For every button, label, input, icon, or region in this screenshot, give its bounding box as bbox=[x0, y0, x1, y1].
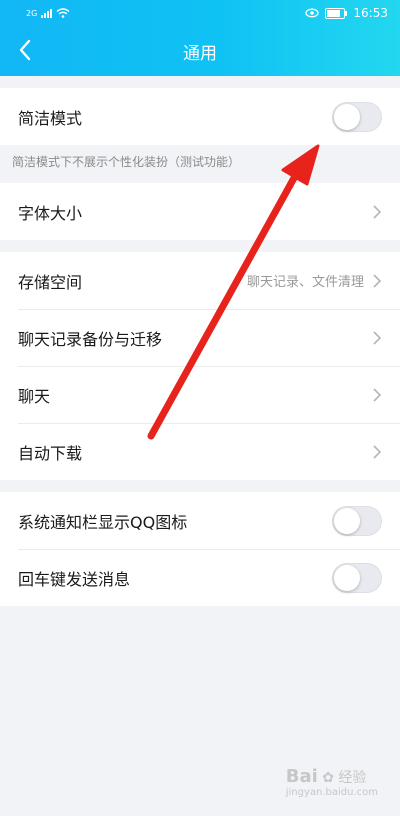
auto-download-label: 自动下载 bbox=[18, 443, 83, 463]
enter-send-toggle[interactable] bbox=[332, 562, 382, 593]
signal-icon bbox=[41, 8, 53, 18]
clock: 16:53 bbox=[353, 6, 388, 20]
font-size-group: 字体大小 bbox=[0, 183, 400, 240]
notification-icon-label: 系统通知栏显示QQ图标 bbox=[18, 512, 188, 532]
status-bar: 2G 16:53 bbox=[0, 0, 400, 26]
network-tag: 2G bbox=[26, 8, 38, 18]
storage-row[interactable]: 存储空间 聊天记录、文件清理 bbox=[0, 252, 400, 309]
chevron-left-icon[interactable] bbox=[14, 38, 38, 62]
font-size-label: 字体大小 bbox=[18, 203, 83, 223]
font-size-row[interactable]: 字体大小 bbox=[0, 183, 400, 240]
chat-label: 聊天 bbox=[18, 386, 51, 406]
paw-icon: ✿ bbox=[322, 770, 334, 786]
enter-send-label: 回车键发送消息 bbox=[18, 569, 131, 589]
storage-label: 存储空间 bbox=[18, 272, 83, 292]
header: 2G 16:53 通用 bbox=[0, 0, 400, 76]
chevron-right-icon bbox=[373, 273, 382, 288]
auto-download-row[interactable]: 自动下载 bbox=[0, 423, 400, 480]
notification-icon-row[interactable]: 系统通知栏显示QQ图标 bbox=[0, 492, 400, 549]
page-title: 通用 bbox=[183, 43, 217, 64]
enter-send-row[interactable]: 回车键发送消息 bbox=[0, 549, 400, 606]
battery-icon bbox=[325, 7, 348, 19]
simple-mode-note: 简洁模式下不展示个性化装扮（测试功能） bbox=[12, 155, 241, 169]
chat-row[interactable]: 聊天 bbox=[0, 366, 400, 423]
chevron-right-icon bbox=[373, 330, 382, 345]
simple-mode-row[interactable]: 简洁模式 bbox=[0, 88, 400, 145]
chat-backup-label: 聊天记录备份与迁移 bbox=[18, 329, 163, 349]
watermark: Bai ✿ 经验 jingyan.baidu.com bbox=[286, 766, 378, 798]
simple-mode-group: 简洁模式 bbox=[0, 88, 400, 145]
toggle-knob bbox=[334, 564, 360, 591]
watermark-url: jingyan.baidu.com bbox=[285, 787, 378, 798]
storage-chat-group: 存储空间 聊天记录、文件清理 聊天记录备份与迁移 聊天 自动下载 bbox=[0, 252, 400, 480]
chevron-right-icon bbox=[373, 204, 382, 219]
watermark-sub: 经验 bbox=[338, 770, 367, 786]
simple-mode-toggle[interactable] bbox=[332, 101, 382, 132]
chevron-right-icon bbox=[373, 387, 382, 402]
wifi-icon bbox=[56, 8, 70, 18]
toggle-knob bbox=[334, 507, 360, 534]
nav-bar: 通用 bbox=[0, 26, 400, 76]
eye-comfort-icon bbox=[305, 8, 320, 18]
chat-backup-row[interactable]: 聊天记录备份与迁移 bbox=[0, 309, 400, 366]
watermark-brand: Bai bbox=[285, 766, 318, 787]
simple-mode-label: 简洁模式 bbox=[18, 108, 83, 128]
toggle-knob bbox=[334, 103, 360, 130]
notification-group: 系统通知栏显示QQ图标 回车键发送消息 bbox=[0, 492, 400, 606]
notification-icon-toggle[interactable] bbox=[332, 505, 382, 536]
storage-hint: 聊天记录、文件清理 bbox=[246, 275, 364, 290]
chevron-right-icon bbox=[373, 444, 382, 459]
